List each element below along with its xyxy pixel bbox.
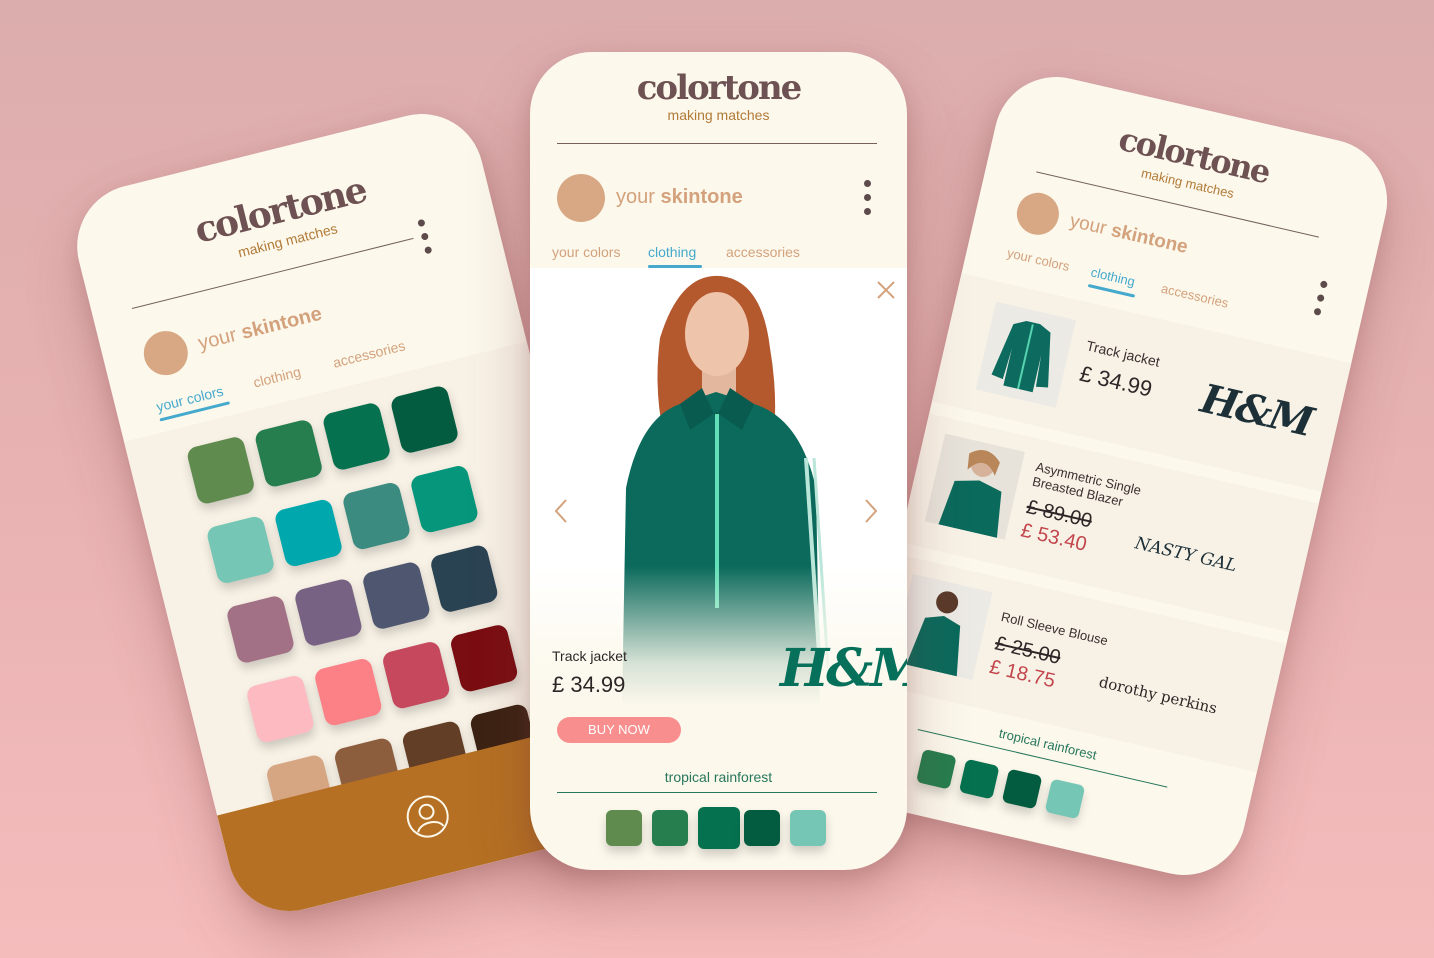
color-swatch[interactable] <box>429 543 500 614</box>
brand-logo: H&M <box>1196 374 1317 447</box>
skintone-label: your skintone <box>1067 210 1190 259</box>
palette-swatch[interactable] <box>958 758 1000 800</box>
palette-swatch[interactable] <box>652 810 688 846</box>
skintone-label: your skintone <box>195 302 325 355</box>
product-price: £ 34.99 <box>1077 360 1155 402</box>
header-divider <box>557 143 877 144</box>
color-swatch[interactable] <box>448 623 520 694</box>
color-swatch[interactable] <box>293 577 364 648</box>
color-swatch[interactable] <box>253 418 324 489</box>
skintone-swatch[interactable] <box>139 326 193 380</box>
color-swatch[interactable] <box>273 497 344 569</box>
skintone-label: your skintone <box>616 186 743 208</box>
chevron-right-icon[interactable] <box>864 498 878 524</box>
color-swatch[interactable] <box>341 480 412 552</box>
app-logo: colortone <box>636 68 803 108</box>
palette-swatch[interactable] <box>915 748 957 790</box>
app-tagline: making matches <box>667 107 770 123</box>
product-name: Track jacket <box>552 648 627 664</box>
palette-swatch[interactable] <box>606 810 642 846</box>
tab-accessories[interactable]: accessories <box>726 244 800 260</box>
phone-right-screen: colortone making matches your skintone y… <box>840 64 1400 888</box>
palette-swatch[interactable] <box>1001 768 1043 810</box>
color-swatch[interactable] <box>225 594 296 665</box>
brand-logo: dorothy perkins <box>1097 672 1219 718</box>
jacket-image <box>991 320 1051 393</box>
color-swatch[interactable] <box>245 673 316 745</box>
skintone-swatch[interactable] <box>557 174 605 222</box>
product-image: Track jacket £ 34.99 H&M <box>530 268 907 706</box>
color-swatch[interactable] <box>380 640 452 711</box>
palette-swatch[interactable] <box>1044 778 1086 820</box>
blazer-image <box>924 433 1025 540</box>
color-swatch[interactable] <box>313 656 384 728</box>
tab-accessories[interactable]: accessories <box>331 337 407 370</box>
palette-swatch[interactable] <box>790 810 826 846</box>
palette-divider <box>557 792 877 793</box>
buy-now-button[interactable]: BUY NOW <box>557 717 681 743</box>
tab-accessories[interactable]: accessories <box>1160 281 1230 311</box>
more-options-icon[interactable] <box>864 180 874 222</box>
product-thumbnail <box>892 573 993 681</box>
product-thumbnail <box>924 433 1025 540</box>
product-thumbnail <box>975 301 1076 408</box>
close-icon[interactable] <box>876 280 896 300</box>
color-swatch[interactable] <box>361 560 432 631</box>
more-options-icon[interactable] <box>1312 280 1331 323</box>
palette-swatch[interactable] <box>744 810 780 846</box>
chevron-left-icon[interactable] <box>554 498 568 524</box>
color-swatch[interactable] <box>185 435 256 506</box>
blouse-image <box>892 573 993 681</box>
product-price: £ 34.99 <box>552 672 626 697</box>
phone-center-screen: colortone making matches your skintone y… <box>530 52 907 870</box>
tab-your-colors[interactable]: your colors <box>1006 245 1071 274</box>
color-swatch[interactable] <box>205 514 276 586</box>
tab-your-colors[interactable]: your colors <box>552 244 620 260</box>
palette-name: tropical rainforest <box>664 769 773 785</box>
color-swatch[interactable] <box>409 463 480 535</box>
brand-logo: NASTY GAL <box>1133 533 1239 577</box>
tab-clothing[interactable]: clothing <box>252 363 303 390</box>
tab-clothing[interactable]: clothing <box>648 244 696 260</box>
palette-swatch[interactable] <box>698 807 740 849</box>
user-icon[interactable] <box>401 790 454 843</box>
color-swatch[interactable] <box>321 401 392 472</box>
more-options-icon[interactable] <box>417 218 437 261</box>
brand-logo: H&M <box>780 638 907 699</box>
color-swatch[interactable] <box>389 384 460 455</box>
skintone-swatch[interactable] <box>1012 188 1064 239</box>
